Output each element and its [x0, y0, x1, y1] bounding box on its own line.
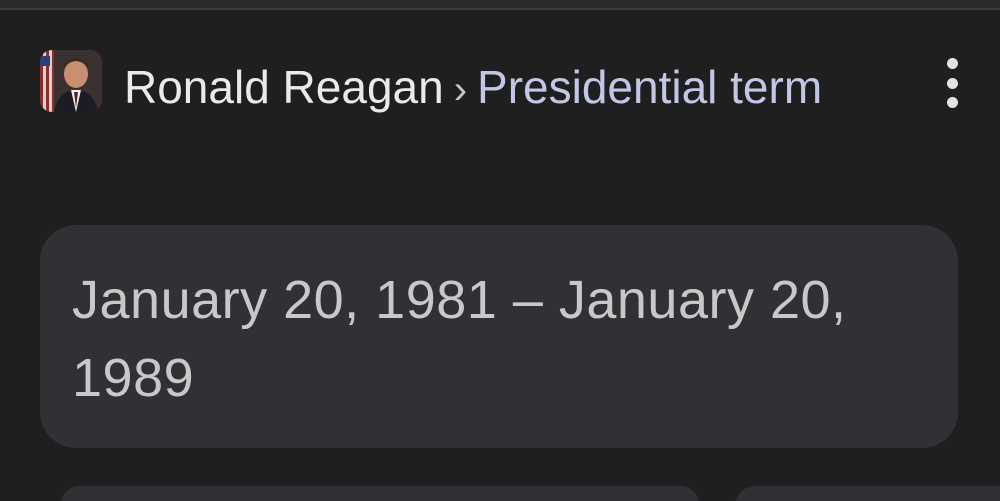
next-card[interactable] — [735, 486, 1000, 501]
more-vert-icon-dot — [946, 97, 958, 108]
more-vert-icon — [946, 58, 958, 69]
top-divider — [0, 0, 1000, 10]
breadcrumb: Ronald Reagan › Presidential term — [124, 54, 824, 123]
next-card[interactable] — [60, 486, 700, 501]
breadcrumb-separator: › — [453, 68, 468, 112]
search-result-page: Ronald Reagan › Presidential term January … — [0, 0, 1000, 501]
breadcrumb-attribute[interactable]: Presidential term — [477, 61, 822, 113]
more-vert-icon-dot — [946, 77, 958, 89]
breadcrumb-entity[interactable]: Ronald Reagan — [124, 61, 444, 113]
result-header: Ronald Reagan › Presidential term — [40, 50, 970, 190]
answer-text: January 20, 1981 – January 20, 1989 — [72, 270, 847, 408]
more-options-button[interactable] — [938, 58, 966, 108]
portrait-icon[interactable] — [40, 50, 102, 112]
answer-card: January 20, 1981 – January 20, 1989 — [40, 225, 958, 448]
